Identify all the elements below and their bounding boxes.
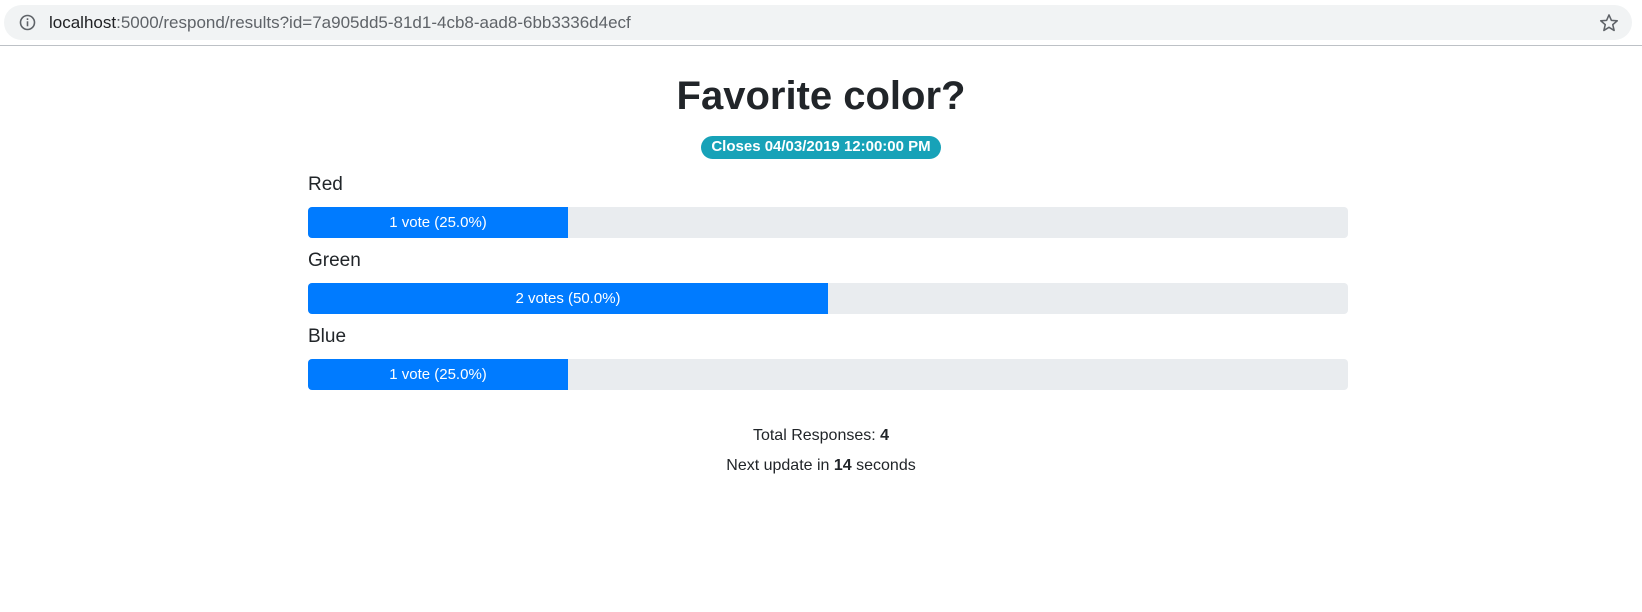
option-label: Blue: [308, 326, 347, 347]
browser-toolbar: localhost:5000/respond/results?id=7a905d…: [0, 0, 1642, 46]
progress-bar: 1 vote (25.0%): [308, 207, 568, 238]
progress-bar: 2 votes (50.0%): [308, 283, 828, 314]
option-blue: Blue 1 vote (25.0%): [308, 325, 1348, 390]
progress-track: 1 vote (25.0%): [308, 207, 1348, 238]
info-icon[interactable]: [19, 14, 36, 31]
option-label: Green: [308, 250, 361, 271]
progress-track: 2 votes (50.0%): [308, 283, 1348, 314]
next-update-prefix: Next update in: [726, 457, 834, 474]
option-red: Red 1 vote (25.0%): [308, 173, 1348, 238]
option-green: Green 2 votes (50.0%): [308, 249, 1348, 314]
star-icon[interactable]: [1598, 12, 1620, 34]
closes-badge: Closes 04/03/2019 12:00:00 PM: [701, 136, 941, 159]
url-text[interactable]: localhost:5000/respond/results?id=7a905d…: [49, 5, 631, 40]
total-responses-count: 4: [880, 427, 890, 444]
address-bar[interactable]: localhost:5000/respond/results?id=7a905d…: [4, 5, 1632, 40]
next-update-seconds: 14: [833, 457, 852, 474]
url-host: localhost: [49, 13, 117, 32]
poll-title: Favorite color?: [676, 74, 966, 118]
total-responses: Total Responses: 4: [0, 426, 1642, 446]
closes-badge-wrapper: Closes 04/03/2019 12:00:00 PM: [0, 136, 1642, 159]
progress-bar: 1 vote (25.0%): [308, 359, 568, 390]
option-label: Red: [308, 174, 343, 195]
url-path: :5000/respond/results?id=7a905dd5-81d1-4…: [116, 13, 631, 32]
next-update: Next update in 14 seconds: [0, 456, 1642, 476]
next-update-suffix: seconds: [851, 457, 916, 474]
total-responses-label: Total Responses:: [752, 427, 881, 444]
progress-track: 1 vote (25.0%): [308, 359, 1348, 390]
